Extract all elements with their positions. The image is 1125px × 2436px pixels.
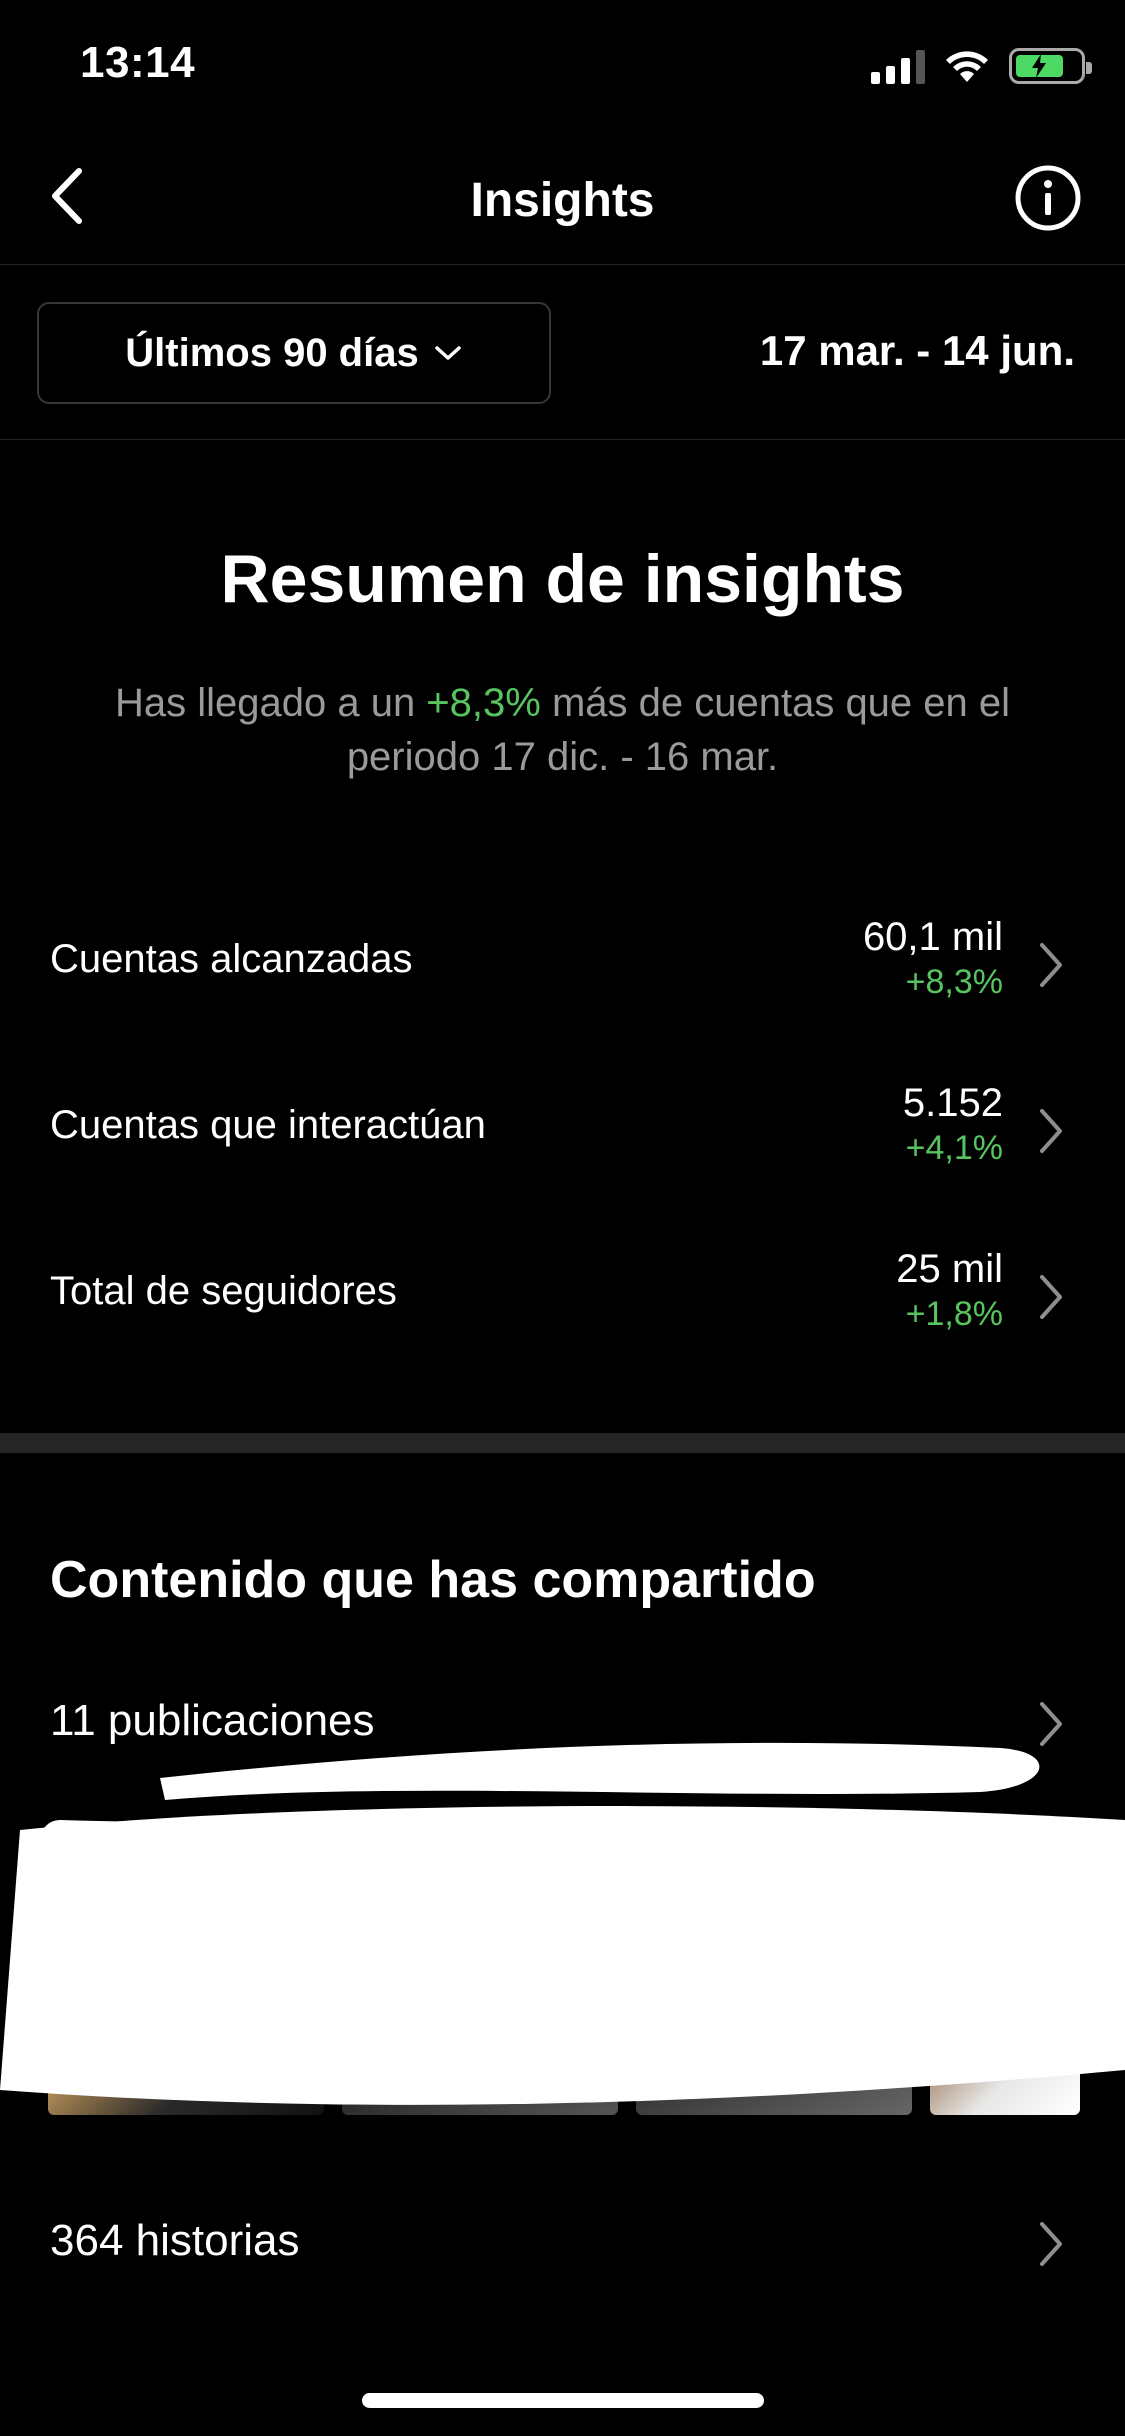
chevron-right-icon [1040,2222,1062,2266]
page-title: Insights [470,174,655,227]
info-icon [1015,165,1081,231]
chevron-right-icon [1040,1275,1062,1319]
date-range-dropdown[interactable]: Últimos 90 días [37,302,551,404]
post-thumbnail[interactable] [48,1835,324,2115]
metric-label: Cuentas que interactúan [50,1103,486,1147]
stories-count-label: 364 historias [50,2216,300,2265]
section-divider [0,1433,1125,1453]
status-time: 13:14 [80,38,196,87]
chevron-right-icon [1040,1109,1062,1153]
summary-highlight: +8,3% [426,681,541,725]
metric-delta: +8,3% [905,963,1003,1001]
date-range-dropdown-label: Últimos 90 días [125,330,419,375]
status-bar: 13:14 [0,0,1125,135]
posts-count-label: 11 publicaciones [50,1696,375,1745]
metric-value: 25 mil [896,1247,1003,1291]
metric-delta: +1,8% [905,1295,1003,1333]
metric-delta: +4,1% [905,1129,1003,1167]
posts-row[interactable]: 11 publicaciones [0,1680,1125,1770]
status-icons [871,48,1092,84]
cellular-signal-icon [871,48,925,84]
chevron-right-icon [1040,1702,1062,1746]
metric-value: 5.152 [902,1081,1003,1125]
post-thumbnail[interactable] [342,1835,618,2115]
metric-value: 60,1 mil [862,915,1003,959]
post-thumbnail[interactable] [930,1835,1080,2115]
content-section-title: Contenido que has compartido [50,1551,816,1609]
metric-label: Cuentas alcanzadas [50,937,413,981]
chevron-right-icon [1040,943,1062,987]
home-indicator[interactable] [362,2393,764,2408]
summary-description: Has llegado a un +8,3% más de cuentas qu… [110,676,1015,784]
wifi-icon [946,51,988,82]
chevron-down-icon [434,346,461,360]
summary-text-before: Has llegado a un [114,681,427,725]
metric-label: Total de seguidores [50,1269,397,1313]
metric-row-total-followers[interactable]: Total de seguidores 25 mil +1,8% [0,1247,1125,1367]
date-range-text: 17 mar. - 14 jun. [759,327,1075,374]
stories-row[interactable]: 364 historias [0,2200,1125,2290]
header: Insights [0,135,1125,265]
summary-title: Resumen de insights [220,541,905,617]
post-thumbnail[interactable] [636,1835,912,2115]
metric-row-accounts-reached[interactable]: Cuentas alcanzadas 60,1 mil +8,3% [0,915,1125,1035]
info-button[interactable] [1013,163,1083,233]
filter-row: Últimos 90 días 17 mar. - 14 jun. [0,265,1125,440]
metric-row-accounts-engaged[interactable]: Cuentas que interactúan 5.152 +4,1% [0,1081,1125,1201]
post-thumbnails [48,1835,1080,2115]
battery-icon [1009,48,1092,84]
